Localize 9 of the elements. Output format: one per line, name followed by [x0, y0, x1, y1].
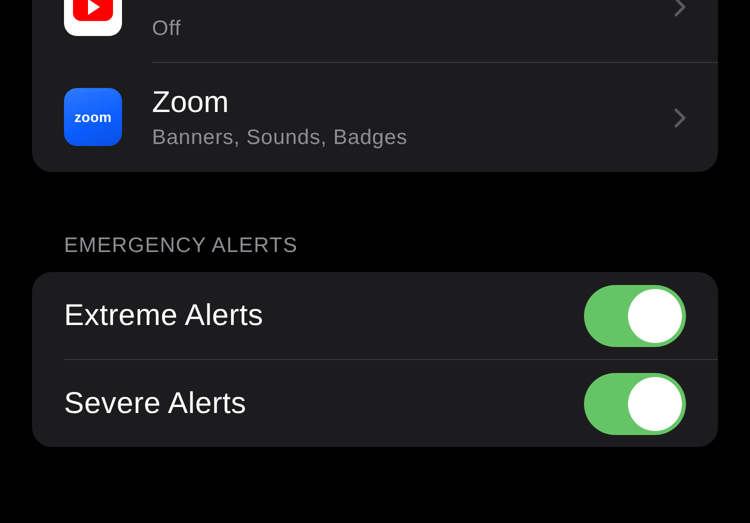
chevron-icon[interactable] [674, 108, 686, 128]
app-name: Zoom [152, 86, 230, 120]
alert-label: Severe Alerts [64, 386, 246, 420]
section-header: EMERGENCY ALERTS [64, 234, 299, 259]
logo-text: zoom [74, 109, 112, 125]
notification-summary: Banners, Sounds, Badges [152, 126, 409, 150]
alert-label: Extreme Alerts [64, 298, 264, 332]
notification-summary: Off [152, 17, 182, 41]
chevron-icon[interactable] [674, 0, 686, 17]
